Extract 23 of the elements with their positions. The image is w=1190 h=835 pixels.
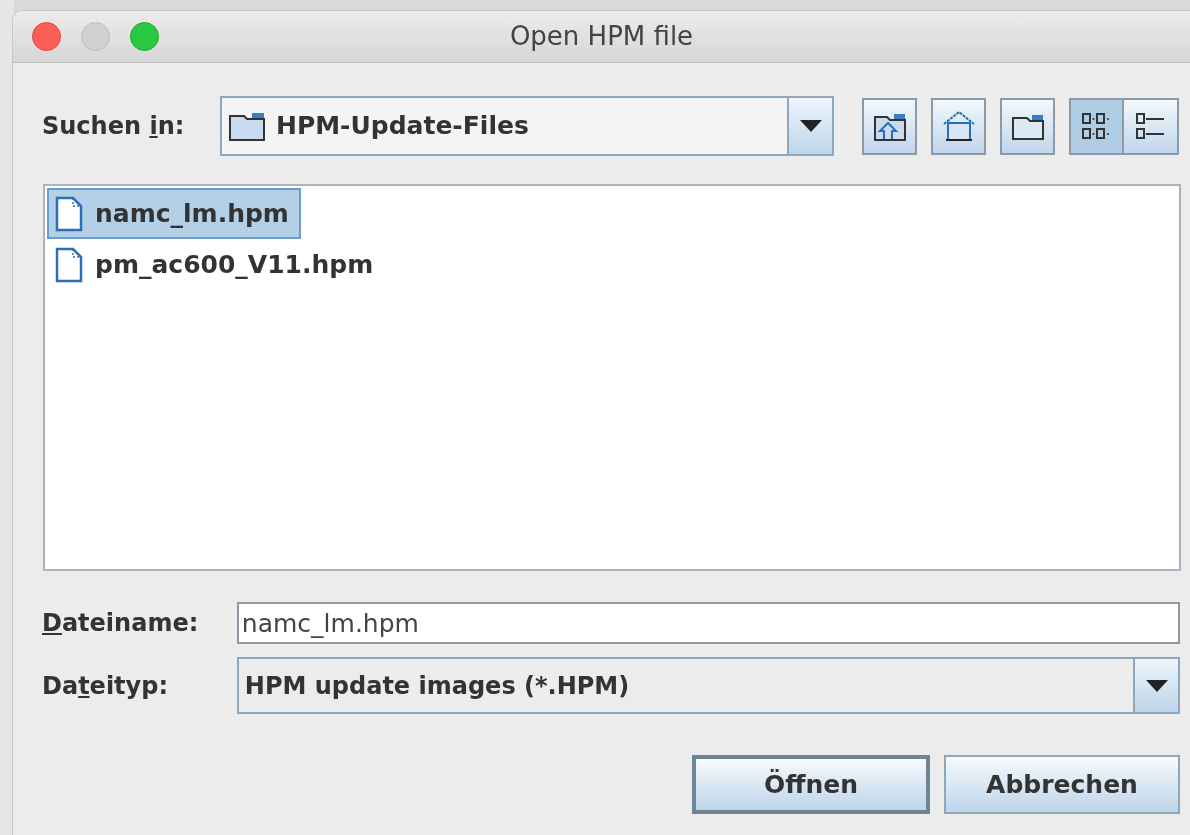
look-in-dropdown[interactable]: HPM-Update-Files — [220, 96, 834, 156]
file-item[interactable]: namc_lm.hpm — [47, 188, 301, 239]
toolbar-button[interactable] — [1069, 97, 1124, 155]
file-name: namc_lm.hpm — [95, 197, 289, 230]
toolbar-button[interactable] — [1000, 97, 1055, 155]
close-button[interactable] — [32, 22, 61, 51]
file-name-label: Dateiname: — [42, 608, 200, 639]
look-in-value: HPM-Update-Files — [276, 110, 529, 143]
cancel-button[interactable]: Abbrechen — [944, 755, 1180, 814]
look-in-label: Suchen in: — [42, 111, 186, 142]
folder-icon — [228, 110, 266, 142]
toolbar-button[interactable] — [1124, 97, 1179, 155]
window-title: Open HPM file — [509, 20, 694, 53]
file-item[interactable]: pm_ac600_V11.hpm — [47, 239, 386, 290]
toolbar-button[interactable] — [862, 97, 917, 155]
file-name-field[interactable]: namc_lm.hpm — [236, 602, 1180, 644]
open-button[interactable]: Öffnen — [692, 755, 930, 814]
file-type-label: Dateityp: — [42, 670, 169, 702]
file-type-dropdown[interactable]: HPM update images (*.HPM) — [236, 657, 1180, 714]
file-icon — [55, 195, 83, 232]
file-type-value: HPM update images (*.HPM) — [244, 670, 630, 702]
file-icon — [55, 246, 83, 283]
file-name: pm_ac600_V11.hpm — [95, 248, 374, 281]
